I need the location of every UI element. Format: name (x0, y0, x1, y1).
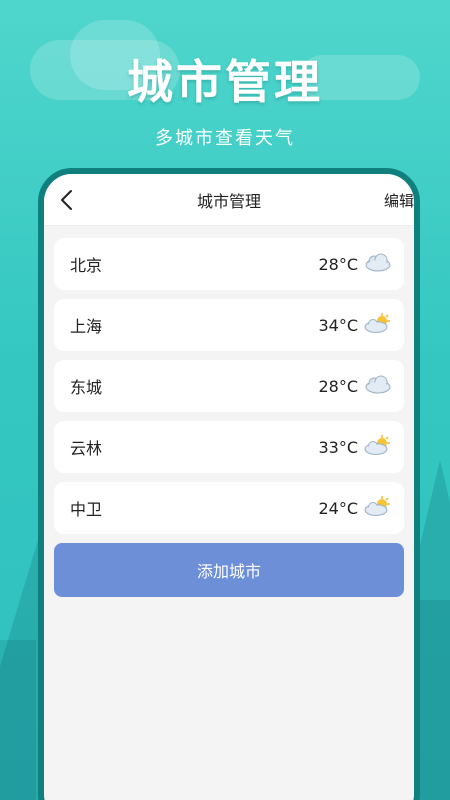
city-item[interactable]: 北京 28°C (54, 238, 404, 290)
cloud-icon (362, 251, 392, 277)
city-item[interactable]: 中卫 24°C (54, 482, 404, 534)
city-weather: 24°C (318, 495, 392, 521)
city-temperature: 28°C (318, 254, 358, 274)
partly-sunny-icon (362, 312, 392, 338)
city-temperature: 28°C (318, 376, 358, 396)
city-temperature: 33°C (318, 437, 358, 457)
city-temperature: 24°C (318, 498, 358, 518)
add-city-button[interactable]: 添加城市 (54, 543, 404, 597)
city-item[interactable]: 东城 28°C (54, 360, 404, 412)
city-name: 云林 (70, 439, 103, 458)
partly-sunny-icon (362, 495, 392, 521)
page-title: 城市管理 (196, 191, 261, 211)
city-name: 中卫 (70, 500, 103, 519)
city-weather: 33°C (318, 434, 392, 460)
background-building (415, 600, 450, 800)
city-temperature: 34°C (318, 315, 358, 335)
edit-button[interactable]: 编辑 (384, 190, 414, 211)
phone-frame: 城市管理 编辑 北京 28°C 上海 34°C 东城 28°C 云林 33°C 中卫 24°C 添… (38, 168, 420, 800)
city-item[interactable]: 云林 33°C (54, 421, 404, 473)
city-item[interactable]: 上海 34°C (54, 299, 404, 351)
navigation-bar: 城市管理 编辑 (44, 174, 414, 226)
city-weather: 34°C (318, 312, 392, 338)
hero-subtitle: 多城市查看天气 (155, 128, 295, 149)
partly-sunny-icon (362, 434, 392, 460)
chevron-left-icon[interactable] (56, 188, 80, 212)
city-weather: 28°C (318, 251, 392, 277)
city-name: 上海 (70, 317, 103, 336)
city-name: 北京 (70, 256, 103, 275)
cloud-icon (362, 373, 392, 399)
hero-title: 城市管理 (127, 55, 323, 109)
city-list: 北京 28°C 上海 34°C 东城 28°C 云林 33°C 中卫 24°C (44, 226, 414, 534)
background-building (0, 640, 36, 800)
city-name: 东城 (70, 378, 103, 397)
city-weather: 28°C (318, 373, 392, 399)
